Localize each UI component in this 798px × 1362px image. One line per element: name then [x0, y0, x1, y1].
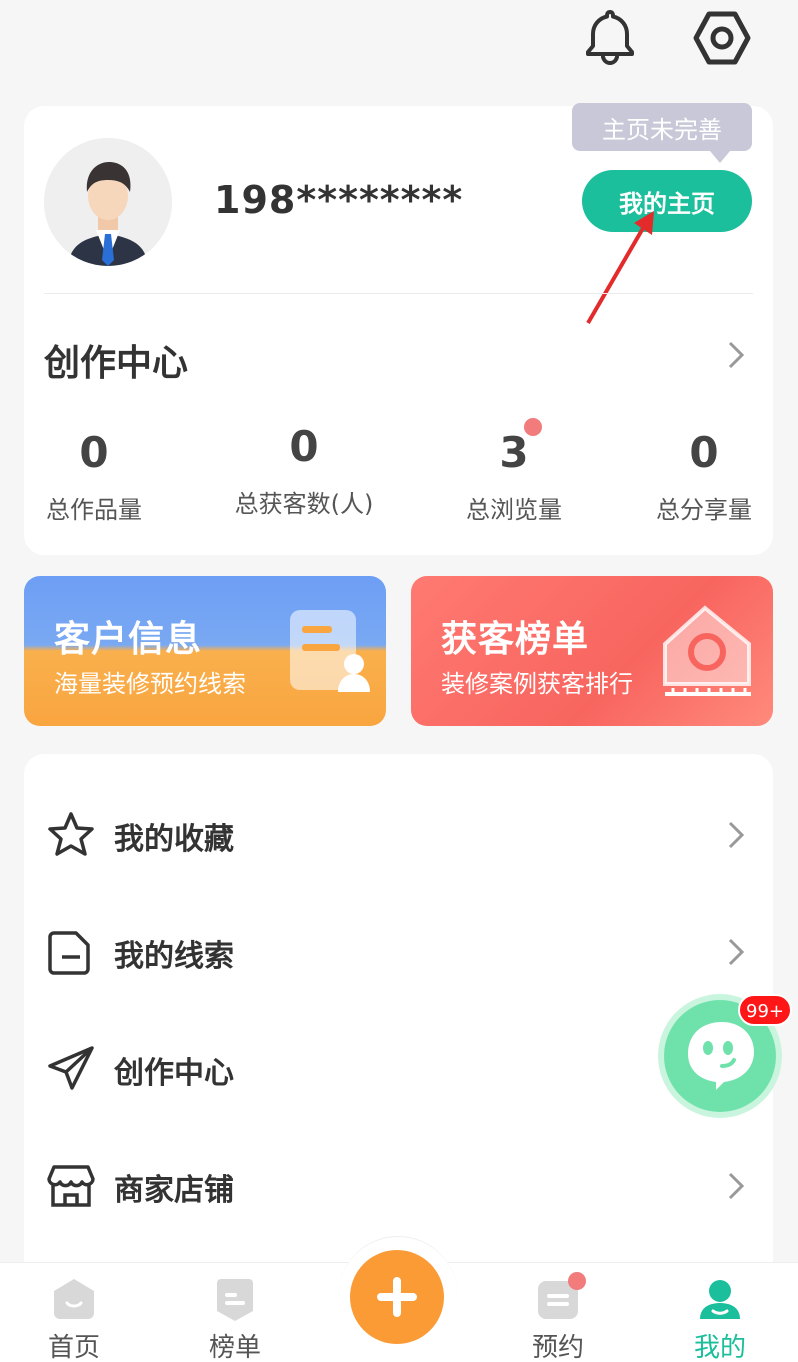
- menu-card: 我的收藏 我的线索 创作中心 商家店铺: [24, 754, 773, 1294]
- store-icon: [47, 1165, 95, 1207]
- plus-icon: [377, 1277, 417, 1317]
- home-icon: [54, 1279, 94, 1319]
- user-icon: [700, 1280, 740, 1319]
- customer-info-banner[interactable]: 客户信息 海量装修预约线索: [24, 576, 386, 726]
- unread-badge: 99+: [738, 994, 792, 1026]
- menu-item-leads[interactable]: 我的线索: [24, 911, 773, 991]
- profile-incomplete-tooltip: 主页未完善: [572, 103, 752, 163]
- tab-appointment[interactable]: 预约: [498, 1263, 618, 1362]
- appointment-notification-dot: [568, 1272, 586, 1290]
- stat-total-shares[interactable]: 0 总分享量: [640, 428, 768, 525]
- banner-subtitle: 装修案例获客排行: [441, 670, 633, 698]
- tab-ranking[interactable]: 榜单: [175, 1263, 295, 1362]
- chevron-right-icon[interactable]: [724, 340, 748, 370]
- stat-total-views[interactable]: 3 总浏览量: [450, 428, 578, 525]
- banner-subtitle: 海量装修预约线索: [54, 670, 246, 698]
- creation-center-title[interactable]: 创作中心: [44, 334, 188, 386]
- notification-dot: [524, 418, 542, 436]
- banner-title: 客户信息: [54, 619, 203, 660]
- bell-icon[interactable]: [580, 6, 640, 66]
- add-button[interactable]: [350, 1250, 444, 1344]
- chevron-right-icon: [728, 821, 745, 849]
- stat-total-customers[interactable]: 0 总获客数(人): [220, 422, 388, 519]
- phone-number: 198********: [214, 178, 464, 222]
- chevron-right-icon: [728, 1172, 745, 1200]
- stat-total-works[interactable]: 0 总作品量: [30, 428, 158, 525]
- paper-plane-icon: [48, 1046, 94, 1090]
- settings-icon[interactable]: [692, 8, 752, 68]
- tab-mine[interactable]: 我的: [660, 1263, 780, 1362]
- menu-item-creation-center[interactable]: 创作中心: [24, 1028, 773, 1108]
- menu-item-store[interactable]: 商家店铺: [24, 1145, 773, 1225]
- customer-ranking-banner[interactable]: 获客榜单 装修案例获客排行: [411, 576, 773, 726]
- house-icon: [663, 605, 751, 696]
- banner-title: 获客榜单: [441, 619, 590, 660]
- profile-card: 198******** 主页未完善 我的主页 创作中心 0 总作品量 0 总获客…: [24, 103, 773, 555]
- tab-home[interactable]: 首页: [14, 1263, 134, 1362]
- divider: [44, 293, 753, 294]
- ranking-icon: [217, 1279, 253, 1321]
- document-icon: [48, 931, 90, 975]
- star-icon: [48, 812, 94, 856]
- red-arrow-annotation: [586, 211, 654, 325]
- chevron-right-icon: [728, 938, 745, 966]
- document-user-icon: [290, 610, 370, 692]
- avatar[interactable]: [44, 138, 172, 266]
- top-bar: [0, 0, 798, 100]
- menu-item-favorites[interactable]: 我的收藏: [24, 794, 773, 874]
